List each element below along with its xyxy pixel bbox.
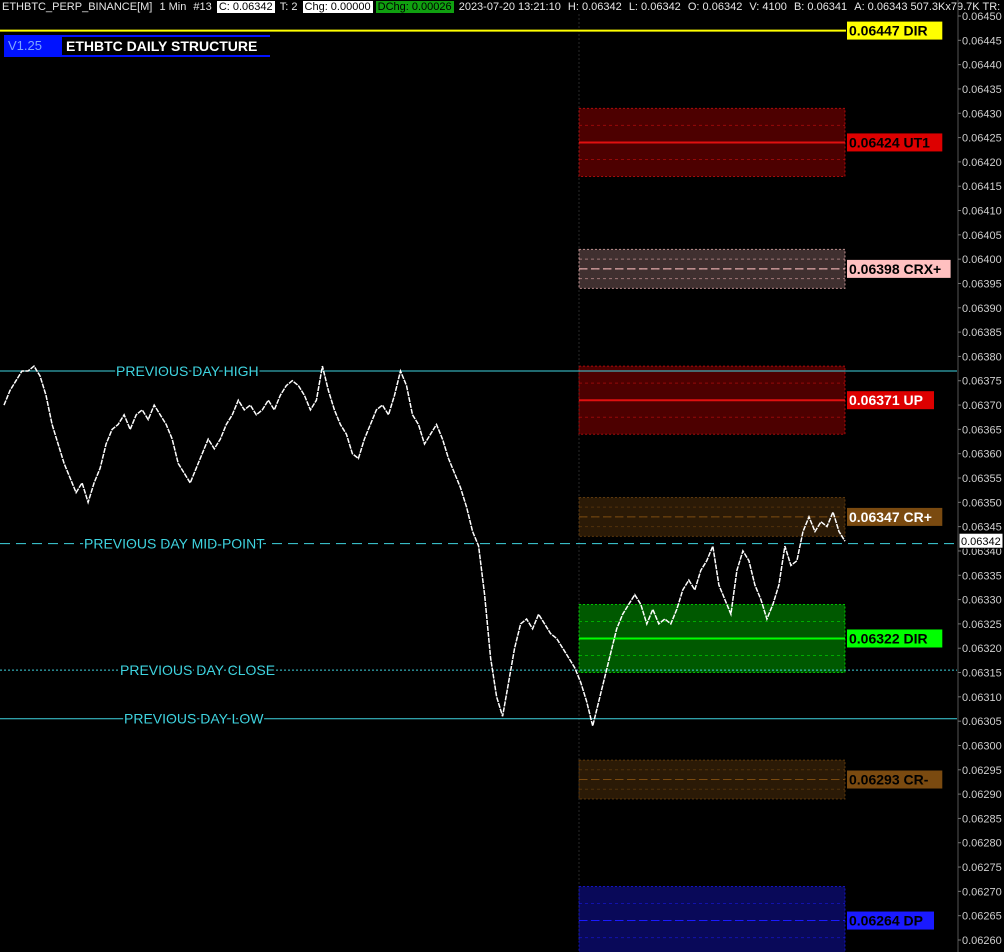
y-tick-label: 0.06330 — [962, 595, 1002, 607]
y-tick-label: 0.06275 — [962, 862, 1002, 874]
y-tick-label: 0.06335 — [962, 570, 1002, 582]
y-tick-label: 0.06295 — [962, 765, 1002, 777]
level-label: 0.06447 DIR — [849, 23, 928, 39]
level-label: 0.06347 CR+ — [849, 509, 932, 525]
y-tick-label: 0.06390 — [962, 303, 1002, 315]
y-tick-label: 0.06430 — [962, 108, 1002, 120]
y-tick-label: 0.06310 — [962, 692, 1002, 704]
study-title: ETHBTC DAILY STRUCTURE — [62, 37, 272, 55]
y-tick-label: 0.06385 — [962, 327, 1002, 339]
price-chart[interactable]: 0.06450 0.06445 0.06440 0.06435 0.06430 0.064… — [0, 0, 1004, 952]
y-tick-label: 0.06395 — [962, 278, 1002, 290]
y-tick-label: 0.06360 — [962, 449, 1002, 461]
y-tick-label: 0.06350 — [962, 497, 1002, 509]
y-tick-label: 0.06445 — [962, 35, 1002, 47]
y-tick-label: 0.06440 — [962, 60, 1002, 72]
study-label: V1.25 ETHBTC DAILY STRUCTURE — [4, 35, 272, 57]
y-tick-label: 0.06315 — [962, 668, 1002, 680]
level-label: 0.06322 DIR — [849, 630, 928, 646]
y-tick-label: 0.06365 — [962, 424, 1002, 436]
y-tick-label: 0.06280 — [962, 838, 1002, 850]
y-tick-label: 0.06405 — [962, 230, 1002, 242]
y-tick-label: 0.06450 — [962, 11, 1002, 23]
y-tick-label: 0.06305 — [962, 716, 1002, 728]
y-tick-label: 0.06415 — [962, 181, 1002, 193]
y-tick-label: 0.06270 — [962, 886, 1002, 898]
level-label: 0.06264 DP — [849, 913, 923, 929]
y-tick-label: 0.06320 — [962, 643, 1002, 655]
y-tick-label: 0.06375 — [962, 376, 1002, 388]
level-label: 0.06293 CR- — [849, 772, 929, 788]
reference-label: PREVIOUS DAY LOW — [124, 711, 264, 727]
y-tick-label: 0.06380 — [962, 351, 1002, 363]
y-tick-label: 0.06355 — [962, 473, 1002, 485]
y-tick-label: 0.06410 — [962, 206, 1002, 218]
y-tick-label: 0.06325 — [962, 619, 1002, 631]
y-tick-label: 0.06300 — [962, 740, 1002, 752]
current-price-label: 0.06342 — [961, 536, 1001, 548]
y-tick-label: 0.06400 — [962, 254, 1002, 266]
y-tick-label: 0.06420 — [962, 157, 1002, 169]
reference-label: PREVIOUS DAY HIGH — [116, 363, 259, 379]
y-tick-label: 0.06435 — [962, 84, 1002, 96]
reference-label: PREVIOUS DAY MID-POINT — [84, 536, 265, 552]
y-tick-label: 0.06265 — [962, 911, 1002, 923]
y-tick-label: 0.06425 — [962, 133, 1002, 145]
study-version: V1.25 — [8, 38, 42, 53]
level-label: 0.06371 UP — [849, 392, 923, 408]
y-tick-label: 0.06285 — [962, 813, 1002, 825]
time-axis[interactable] — [0, 942, 1004, 952]
y-tick-label: 0.06345 — [962, 522, 1002, 534]
reference-label: PREVIOUS DAY CLOSE — [120, 662, 275, 678]
level-label: 0.06424 UT1 — [849, 134, 930, 150]
level-label: 0.06398 CRX+ — [849, 261, 941, 277]
y-tick-label: 0.06370 — [962, 400, 1002, 412]
y-tick-label: 0.06290 — [962, 789, 1002, 801]
